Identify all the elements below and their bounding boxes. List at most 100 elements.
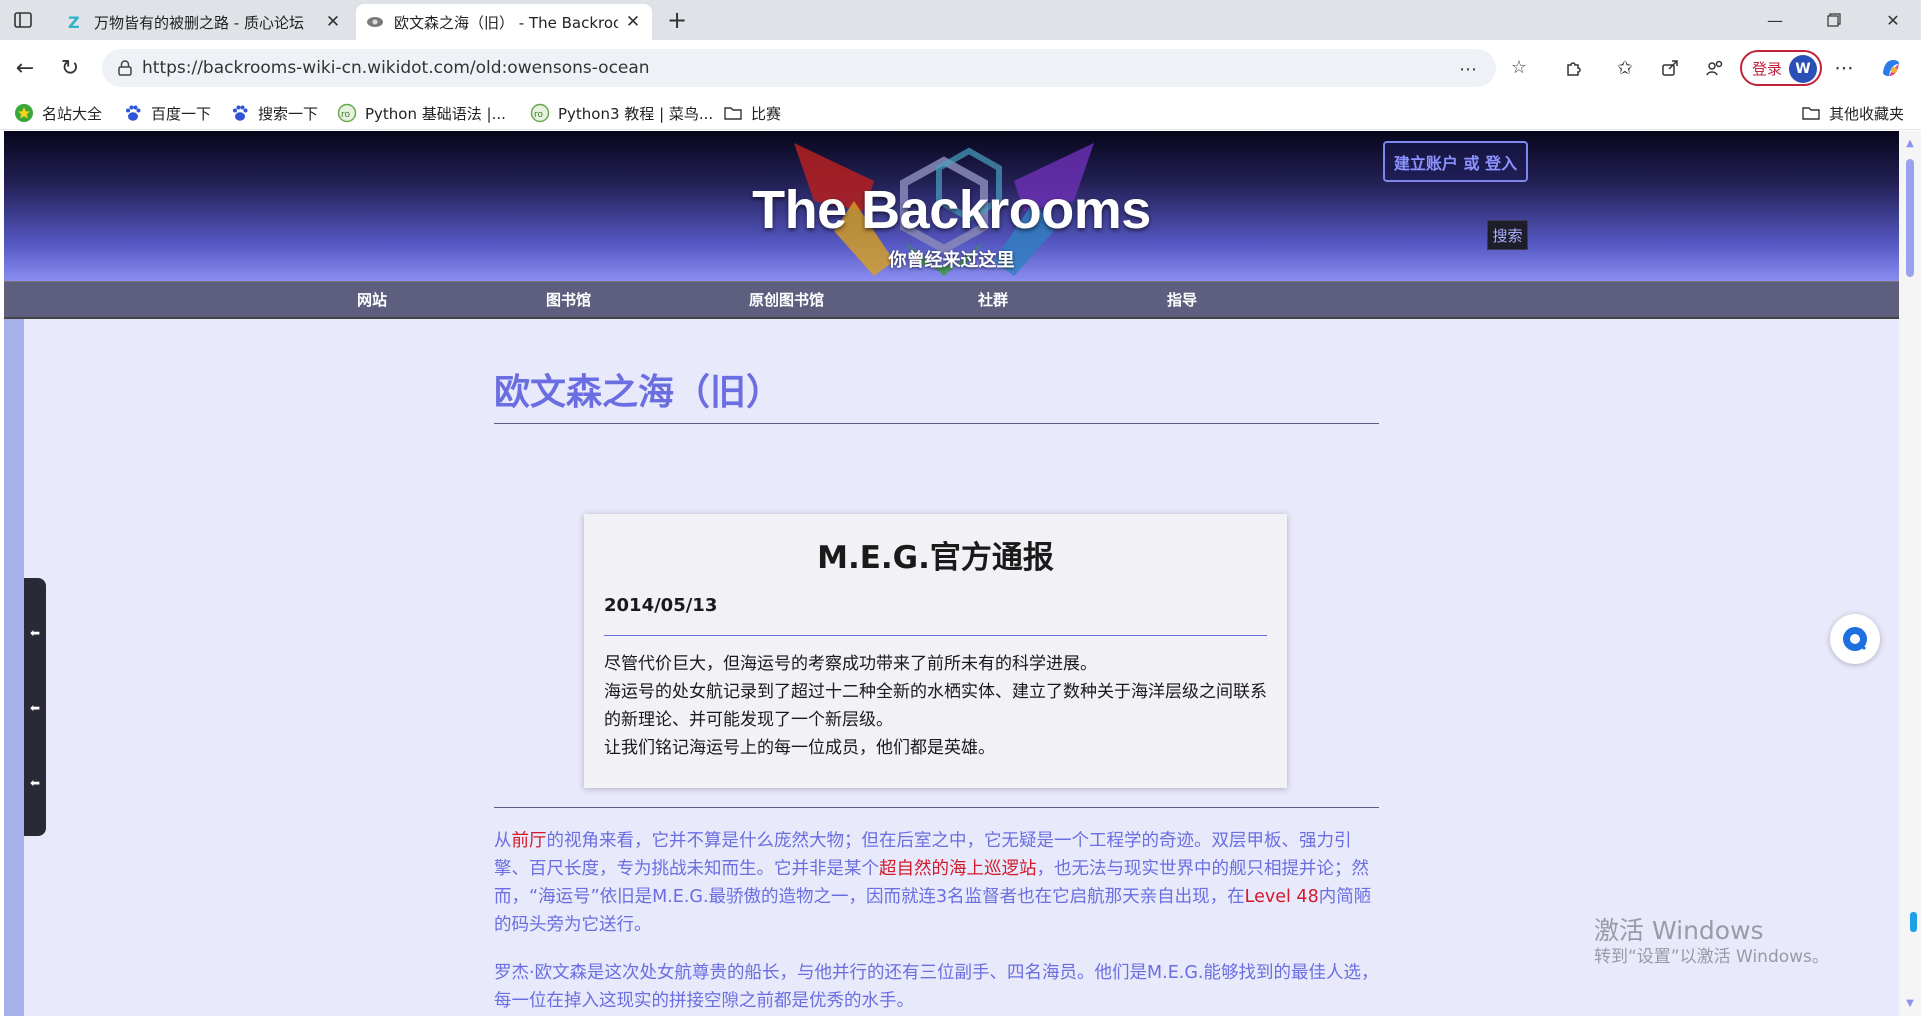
link-frontrooms[interactable]: 前厅 <box>512 831 547 851</box>
site-header: The Backrooms 你曾经来过这里 建立账户 或 登入 搜索 <box>4 131 1899 281</box>
scrollbar-thumb[interactable] <box>1906 159 1914 277</box>
copilot-icon[interactable] <box>1878 55 1904 81</box>
address-toolbar: ← ↻ https://backrooms-wiki-cn.wikidot.co… <box>0 40 1921 96</box>
title-divider <box>494 423 1379 424</box>
notice-date: 2014/05/13 <box>604 595 718 616</box>
tab-title: 万物皆有的被删之路 - 质心论坛 <box>94 13 304 32</box>
tab-backrooms-active[interactable]: 欧文森之海（旧） - The Backroom ✕ <box>356 4 652 40</box>
favorites-list-icon[interactable]: ✩ <box>1612 55 1638 81</box>
bookmark-label: 其他收藏夹 <box>1829 104 1905 123</box>
notice-line: 让我们铭记海运号上的每一位成员，他们都是英雄。 <box>604 738 995 758</box>
nav-item-guide[interactable]: 指导 <box>1167 282 1197 318</box>
nav-item-community[interactable]: 社群 <box>978 282 1008 318</box>
runoob-favicon-icon: ro <box>337 103 357 123</box>
bookmark-label: 名站大全 <box>42 104 103 123</box>
meg-notice-box: M.E.G.官方通报 2014/05/13 尽管代价巨大，但海运号的考察成功带来… <box>584 514 1287 788</box>
notice-line: 尽管代价巨大，但海运号的考察成功带来了前所未有的科学进展。 <box>604 654 1097 674</box>
bookmark-label: Python3 教程 | 菜鸟... <box>558 104 714 123</box>
bookmark-python-basics[interactable]: ro Python 基础语法 |... <box>337 102 506 124</box>
nav-item-library[interactable]: 图书馆 <box>546 282 591 318</box>
page-scrollbar[interactable]: ▲ ▼ <box>1899 131 1921 1016</box>
svg-text:Z: Z <box>68 13 80 31</box>
avatar: W <box>1789 55 1817 83</box>
mingzhan-favicon-icon <box>14 103 34 123</box>
floating-assistant-button[interactable] <box>1830 614 1880 664</box>
bookmark-mingzhan[interactable]: 名站大全 <box>14 102 102 124</box>
paragraph-intro: 从前厅的视角来看，它并不算是什么庞然大物；但在后室之中，它无疑是一个工程学的奇迹… <box>494 827 1379 939</box>
login-label: 登录 <box>1752 59 1783 78</box>
side-panel-toggle[interactable]: ⬅ ⬅ ⬅ <box>24 578 46 836</box>
share-icon[interactable] <box>1657 55 1683 81</box>
backrooms-favicon-icon <box>366 13 384 31</box>
extensions-puzzle-icon[interactable] <box>1561 55 1587 81</box>
link-supernatural-patrol[interactable]: 超自然的海上巡逻站 <box>879 859 1037 879</box>
svg-text:ro: ro <box>341 110 351 120</box>
nav-item-original-library[interactable]: 原创图书馆 <box>749 282 824 318</box>
more-menu-icon[interactable]: ⋯ <box>1831 55 1857 81</box>
bookmark-baidu[interactable]: 百度一下 <box>123 102 211 124</box>
search-button[interactable]: 搜索 <box>1487 220 1528 250</box>
sidebar-indicator <box>1910 912 1917 932</box>
site-top-nav: 网站 图书馆 原创图书馆 社群 指导 <box>4 281 1899 319</box>
notice-line: 海运号的处女航记录到了超过十二种全新的水栖实体、建立了数种关于海洋层级之间联系的… <box>604 682 1267 730</box>
profile-login-button[interactable]: 登录 W <box>1740 50 1822 86</box>
scroll-down-icon[interactable]: ▼ <box>1904 997 1916 1009</box>
watermark-line-2: 转到“设置”以激活 Windows。 <box>1594 947 1829 967</box>
bookmark-python3-tutorial[interactable]: ro Python3 教程 | 菜鸟... <box>530 102 713 124</box>
left-side-bar <box>4 317 24 1016</box>
watermark-line-1: 激活 Windows <box>1594 916 1764 945</box>
windows-activation-watermark: 激活 Windows 转到“设置”以激活 Windows。 <box>1594 916 1829 968</box>
site-subtitle: 你曾经来过这里 <box>888 250 1015 271</box>
read-aloud-icon[interactable]: ⋯ <box>1457 58 1479 80</box>
notice-title: M.E.G.官方通报 <box>817 540 1054 576</box>
bookmark-label: 搜索一下 <box>258 104 319 123</box>
bookmark-label: Python 基础语法 |... <box>365 104 506 123</box>
zhixin-favicon-icon: Z <box>66 13 84 31</box>
url-text[interactable]: https://backrooms-wiki-cn.wikidot.com/ol… <box>142 49 650 87</box>
create-account-login-button[interactable]: 建立账户 或 登入 <box>1383 141 1528 182</box>
minimize-icon[interactable]: — <box>1755 6 1795 34</box>
bookmark-label: 比赛 <box>751 104 782 123</box>
baidu-paw-icon <box>123 103 143 123</box>
favorite-star-icon[interactable]: ☆ <box>1508 56 1530 78</box>
folder-icon <box>1801 103 1821 123</box>
close-window-icon[interactable]: ✕ <box>1873 6 1913 34</box>
paragraph-crew: 罗杰·欧文森是这次处女航尊贵的船长，与他并行的还有三位副手、四名海员。他们是M.… <box>494 963 1379 1011</box>
page-title: 欧文森之海（旧） <box>494 372 783 413</box>
link-level-48[interactable]: Level 48 <box>1245 887 1319 907</box>
lock-icon[interactable] <box>116 59 134 77</box>
bookmark-folder-contest[interactable]: 比赛 <box>723 102 781 124</box>
svg-text:ro: ro <box>534 110 544 120</box>
scroll-up-icon[interactable]: ▲ <box>1904 137 1916 149</box>
arrow-left-icon[interactable]: ⬅ <box>28 776 42 790</box>
notice-divider <box>604 635 1267 636</box>
bookmark-search[interactable]: 搜索一下 <box>230 102 318 124</box>
runoob-favicon-icon: ro <box>530 103 550 123</box>
new-tab-plus-icon[interactable]: + <box>664 6 690 34</box>
tab-zhixin-forum[interactable]: Z 万物皆有的被删之路 - 质心论坛 ✕ <box>56 4 352 40</box>
address-bar[interactable]: https://backrooms-wiki-cn.wikidot.com/ol… <box>102 49 1496 87</box>
bookmark-label: 百度一下 <box>151 104 212 123</box>
notice-body: 尽管代价巨大，但海运号的考察成功带来了前所未有的科学进展。 海运号的处女航记录到… <box>604 650 1269 762</box>
tab-close-icon[interactable]: ✕ <box>324 12 342 32</box>
folder-icon <box>723 103 743 123</box>
web-page: The Backrooms 你曾经来过这里 建立账户 或 登入 搜索 网站 图书… <box>4 131 1899 1016</box>
site-title[interactable]: The Backrooms <box>4 179 1899 241</box>
bookmarks-bar: 名站大全 百度一下 搜索一下 ro Python 基础语法 |... ro Py… <box>0 96 1921 130</box>
arrow-left-icon[interactable]: ⬅ <box>28 701 42 715</box>
tab-strip: Z 万物皆有的被删之路 - 质心论坛 ✕ 欧文森之海（旧） - The Back… <box>0 0 1921 40</box>
text-span: 从 <box>494 831 512 851</box>
chat-bubble-icon <box>1843 627 1867 651</box>
tab-close-icon[interactable]: ✕ <box>624 12 642 32</box>
restore-icon[interactable] <box>1814 6 1854 34</box>
nav-item-site[interactable]: 网站 <box>357 282 387 318</box>
baidu-paw-icon <box>230 103 250 123</box>
refresh-icon[interactable]: ↻ <box>56 54 84 82</box>
tab-title: 欧文森之海（旧） - The Backroom <box>394 13 618 32</box>
collections-icon[interactable] <box>1702 55 1728 81</box>
arrow-left-icon[interactable]: ⬅ <box>28 626 42 640</box>
tab-actions-icon[interactable] <box>12 9 34 31</box>
bookmark-other-favorites[interactable]: 其他收藏夹 <box>1801 102 1904 124</box>
body-divider <box>494 807 1379 808</box>
back-arrow-icon[interactable]: ← <box>11 54 39 82</box>
